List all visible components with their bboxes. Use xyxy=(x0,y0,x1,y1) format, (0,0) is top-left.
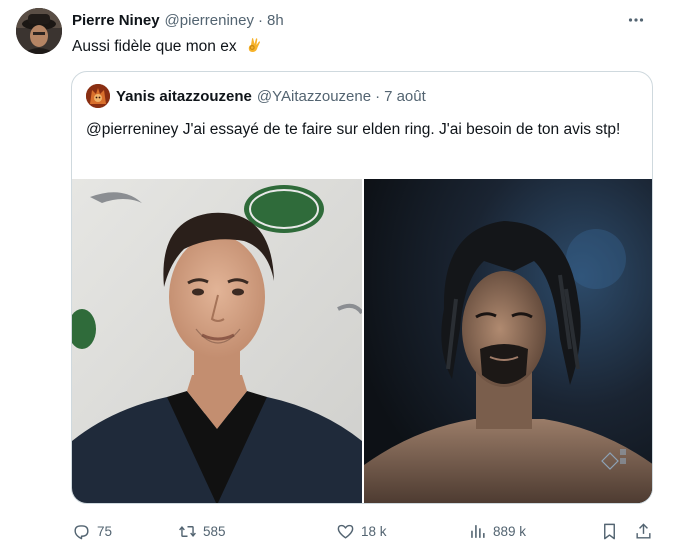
media-photo-left[interactable] xyxy=(72,179,362,503)
tweet-timestamp[interactable]: 8h xyxy=(267,12,284,29)
bookmark-icon xyxy=(604,523,615,539)
tweet-header: Pierre Niney @pierreniney · 8h xyxy=(72,10,284,30)
repost-count: 585 xyxy=(203,523,226,539)
heart-icon xyxy=(337,524,354,539)
analytics-icon xyxy=(471,524,485,538)
quoted-author-handle[interactable]: @YAitazzouzene xyxy=(257,88,371,105)
tweet-text-content: Aussi fidèle que mon ex xyxy=(72,38,237,55)
reply-count: 75 xyxy=(97,523,113,539)
share-icon xyxy=(636,522,651,539)
photo-portrait-press-wall xyxy=(72,179,362,503)
quoted-author-avatar[interactable] xyxy=(86,84,110,108)
more-options-button[interactable] xyxy=(621,8,651,32)
reply-icon xyxy=(74,524,89,539)
author-avatar[interactable] xyxy=(16,8,62,54)
quoted-media xyxy=(72,179,652,503)
repost-icon xyxy=(179,525,196,537)
author-handle[interactable]: @pierreniney xyxy=(165,12,254,29)
views-button[interactable]: 889 k xyxy=(468,522,526,541)
separator-dot: · xyxy=(257,11,263,29)
tweet-action-bar: 75 585 18 k 889 k xyxy=(72,514,657,548)
quoted-author-name[interactable]: Yanis aitazzouzene xyxy=(116,88,252,105)
quoted-tweet-text: @pierreniney J'ai essayé de te faire sur… xyxy=(86,121,621,138)
share-button[interactable] xyxy=(634,522,653,541)
tweet[interactable]: Pierre Niney @pierreniney · 8h Aussi fid… xyxy=(0,0,673,556)
quoted-separator-dot: · xyxy=(375,87,381,105)
tweet-text: Aussi fidèle que mon ex xyxy=(72,36,263,57)
media-photo-right[interactable] xyxy=(364,179,652,503)
bookmark-button[interactable] xyxy=(600,522,619,541)
game-character-render xyxy=(364,179,652,503)
repost-button[interactable]: 585 xyxy=(178,522,226,541)
more-options-icon xyxy=(628,18,644,22)
like-count: 18 k xyxy=(361,523,387,539)
quoted-tweet-card[interactable]: Yanis aitazzouzene @YAitazzouzene · 7 ao… xyxy=(71,71,653,504)
quoted-timestamp[interactable]: 7 août xyxy=(384,88,426,105)
ok-hand-emoji-icon xyxy=(248,37,260,52)
quoted-author-avatar-image xyxy=(86,84,110,108)
quoted-tweet-header: Yanis aitazzouzene @YAitazzouzene · 7 ao… xyxy=(86,84,426,108)
author-name[interactable]: Pierre Niney xyxy=(72,12,160,29)
author-avatar-photo xyxy=(16,8,62,54)
like-button[interactable]: 18 k xyxy=(336,522,387,541)
views-count: 889 k xyxy=(493,523,527,539)
reply-button[interactable]: 75 xyxy=(72,522,112,541)
